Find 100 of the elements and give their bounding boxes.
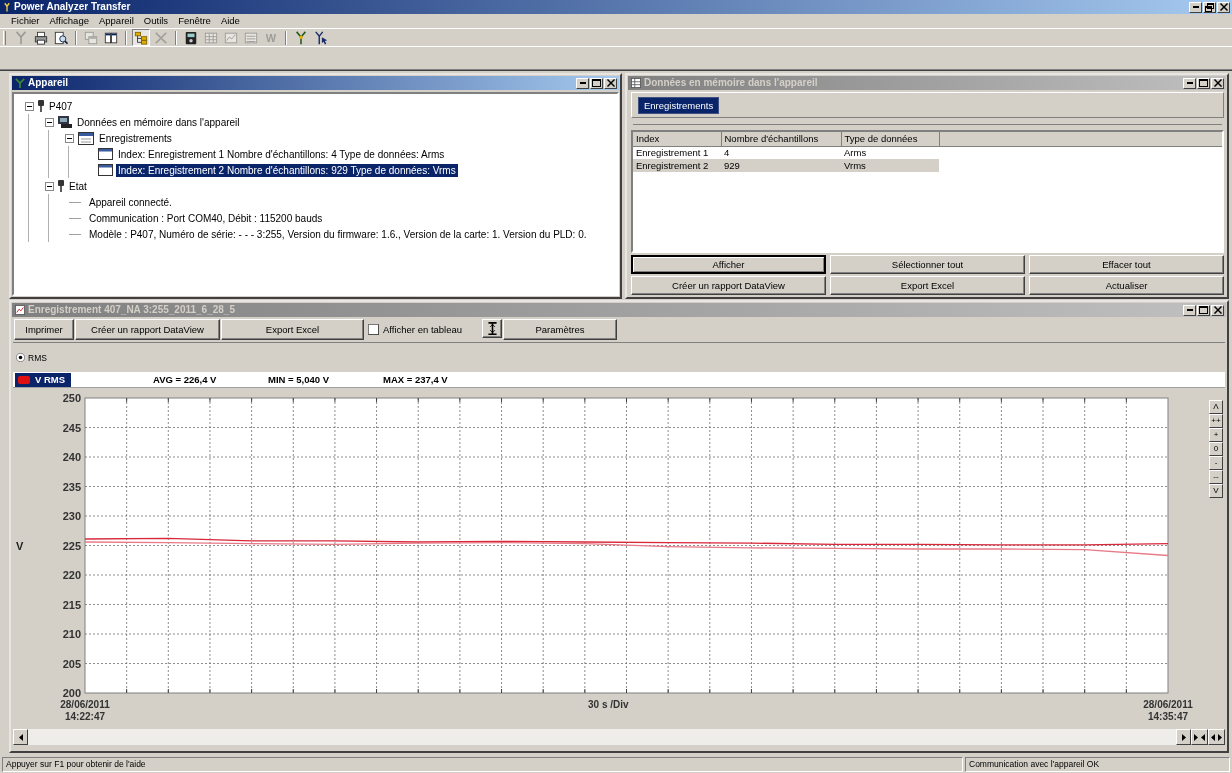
zoom-button[interactable]: V [1209,484,1223,498]
window-icon [98,148,113,160]
scroll-left-button[interactable] [13,729,28,745]
restore-button[interactable] [1203,1,1216,13]
close-button[interactable] [1217,1,1230,13]
maximize-icon [1199,79,1208,87]
toolbar-button[interactable] [132,29,150,46]
button[interactable]: Créer un rapport DataView [75,319,220,340]
minimize-button[interactable] [1183,77,1196,89]
close-button[interactable] [604,77,617,89]
minimize-button[interactable] [1183,304,1196,316]
zoom-button[interactable]: 0 [1209,442,1223,456]
column-header[interactable]: Nombre d'échantillons [721,132,841,146]
zoom-out-button[interactable] [1208,729,1225,745]
window-title: Données en mémoire dans l'appareil [644,77,819,89]
collapse-icon[interactable] [64,133,74,143]
table-cell: 4 [721,146,841,159]
zoom-button[interactable]: - [1209,456,1223,470]
antenna-icon [15,78,25,88]
tree-item[interactable]: Modèle : P407, Numéro de série: - - - 3:255, Version du firmware: 1.6., Version de la carte: 1. Version du PLD: 0. [87,227,589,241]
tree-item[interactable]: Données en mémoire dans l'appareil [75,115,242,129]
button[interactable]: Effacer tout [1029,255,1224,274]
toolbar-button[interactable] [52,29,70,46]
legend-item[interactable]: V RMS [15,372,71,387]
column-header[interactable]: Type de données [841,132,939,146]
stat-text: MIN = 5,040 V [268,374,330,385]
close-button[interactable] [1211,304,1224,316]
tree-item[interactable]: Appareil connecté. [87,195,174,209]
table-cell: Vrms [841,159,939,172]
menu-item[interactable]: Outils [138,15,174,27]
button[interactable]: Export Excel [830,276,1025,295]
x-tick-label: 28/06/2011 14:22:47 [60,699,110,723]
status-text: Appuyer sur F1 pour obtenir de l'aide [2,756,963,772]
zoom-button[interactable]: -- [1209,470,1223,484]
maximize-icon [592,79,601,87]
tree-item[interactable]: Index: Enregistrement 1 Nombre d'échantillons: 4 Type de données: Arms [116,147,447,161]
tree-item[interactable]: Enregistrements [97,131,174,145]
zoom-button[interactable]: ++ [1209,414,1223,428]
tree-item[interactable]: Etat [67,179,89,193]
tree-item[interactable]: P407 [47,99,75,113]
menu-item[interactable]: Appareil [93,15,139,27]
y-tick-label: 245 [62,421,81,434]
table-cell: Enregistrement 1 [633,146,721,159]
button[interactable]: Afficher [631,255,826,274]
printer-icon [34,30,48,45]
y-tick-label: 220 [62,569,81,581]
column-header[interactable]: Index [633,132,721,146]
x-tick-label: 28/06/2011 14:35:47 [1143,699,1193,723]
menu-item[interactable]: Affichage [44,15,94,27]
collapse-icon[interactable] [44,181,54,191]
button[interactable]: Export Excel [221,319,364,340]
stat-text: AVG = 226,4 V [153,374,218,385]
window-icon [78,131,94,145]
checkbox-option[interactable]: Afficher en tableau [365,319,481,340]
maximize-button[interactable] [590,77,603,89]
button[interactable]: Actualiser [1029,276,1224,295]
maximize-icon [1199,306,1208,314]
zoom-button[interactable]: + [1209,428,1223,442]
menu-item[interactable]: Fenêtre [173,15,216,27]
menu-item[interactable]: Aide [215,15,245,27]
collapse-icon[interactable] [44,117,54,127]
minimize-button[interactable] [576,77,589,89]
radio-option[interactable]: RMS [16,352,47,363]
tab[interactable]: Enregistrements [638,96,720,114]
y-tick-label: 205 [62,657,81,670]
arrows-outward-icon [1211,733,1222,741]
tree-item[interactable]: Index: Enregistrement 2 Nombre d'échantillons: 929 Type de données: Vrms [116,163,458,177]
button[interactable]: Paramètres [503,319,617,340]
close-icon [606,79,615,87]
menu-item[interactable]: Fichier [6,15,45,27]
zoom-in-button[interactable] [1191,729,1208,745]
maximize-button[interactable] [1197,77,1210,89]
toolbar-button[interactable] [32,29,50,46]
probe-icon [38,100,44,112]
i-beam-icon [485,322,499,335]
maximize-button[interactable] [1197,304,1210,316]
y-tick-label: 200 [62,687,81,698]
button[interactable]: Imprimer [14,319,74,340]
grid-icon [204,30,218,45]
antenna-icon [14,30,28,45]
minimize-icon [579,82,586,84]
scroll-right-button[interactable] [1176,729,1191,745]
window-title: Power Analyzer Transfer [14,1,132,13]
tree-item[interactable]: Communication : Port COM40, Débit : 115200 bauds [87,211,325,225]
y-tick-label: 225 [62,539,81,552]
table-cell: 929 [721,159,841,172]
antenna-arrow-icon [314,30,328,45]
collapse-icon[interactable] [24,101,34,111]
minimize-icon [1186,82,1193,84]
window-icon [98,164,113,176]
y-tick-label: 215 [62,598,81,611]
button[interactable]: Sélectionner tout [830,255,1025,274]
tile-windows-icon [104,30,118,45]
close-button[interactable] [1211,77,1224,89]
button[interactable] [482,319,502,338]
zoom-button[interactable]: Λ [1209,400,1223,414]
print-preview-icon [54,30,68,45]
minimize-button[interactable] [1189,1,1202,13]
button[interactable]: Créer un rapport DataView [631,276,826,295]
antenna-icon [294,30,308,45]
